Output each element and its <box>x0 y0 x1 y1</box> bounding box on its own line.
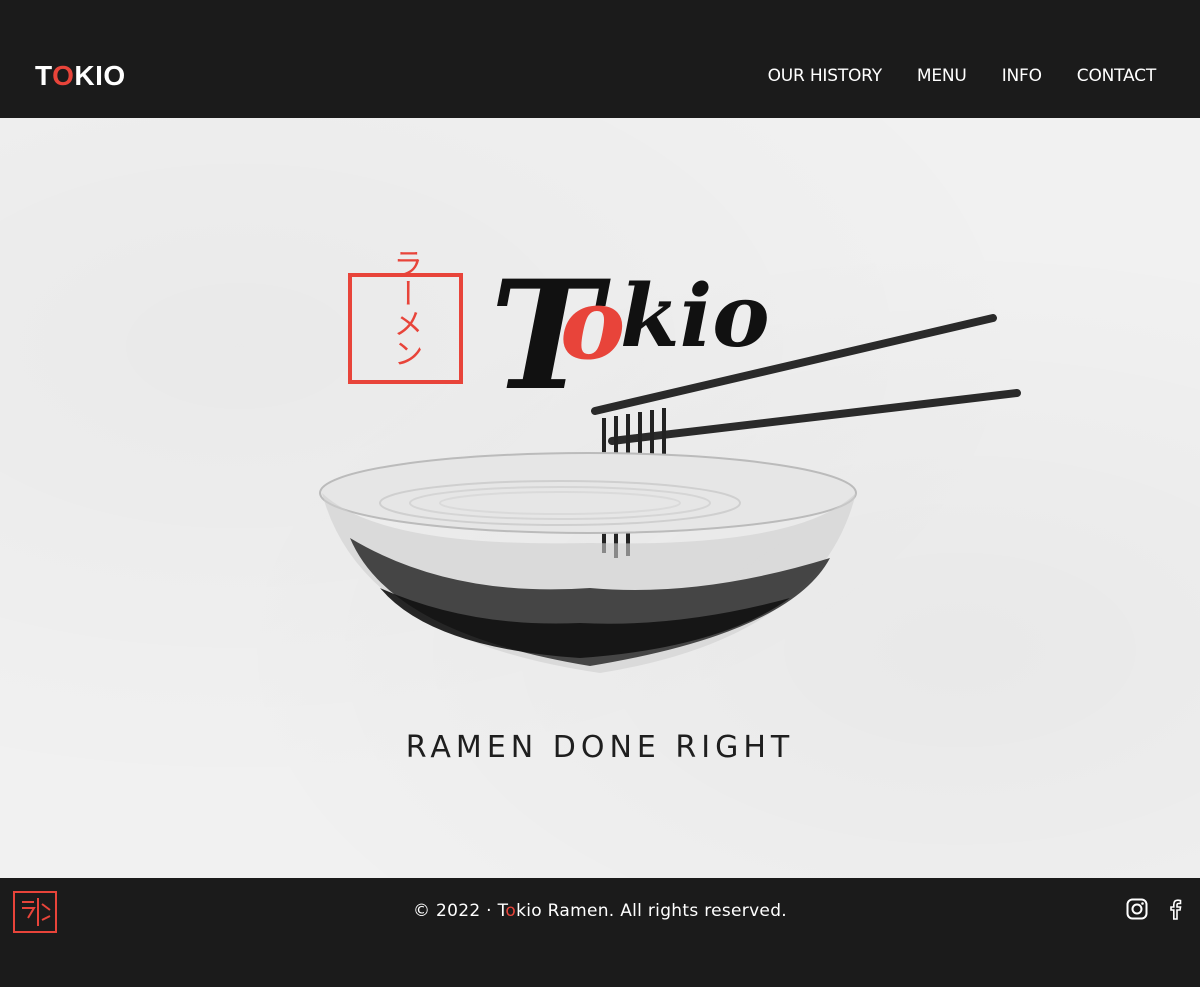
footer-copyright: © 2022 · Tokio Ramen. All rights reserve… <box>0 901 1200 921</box>
tokio-brush-logo: T o kio <box>490 248 770 424</box>
ramen-stamp: ラーメン <box>348 248 463 384</box>
logo-suffix: kio <box>620 266 770 367</box>
hero-section: ラーメン T o kio RAMEN DONE RIGHT <box>0 118 1200 878</box>
brand-logo[interactable]: TOKIO <box>35 60 126 92</box>
site-header: TOKIO OUR HISTORY MENU INFO CONTACT <box>0 0 1200 118</box>
site-footer: © 2022 · Tokio Ramen. All rights reserve… <box>0 878 1200 945</box>
brand-accent: O <box>52 60 75 91</box>
brand-suffix: KIO <box>74 60 126 91</box>
stamp-text: ラーメン <box>388 248 423 368</box>
nav-contact[interactable]: CONTACT <box>1077 66 1156 86</box>
ramen-bowl <box>319 452 857 673</box>
hero-tagline: RAMEN DONE RIGHT <box>405 730 795 765</box>
copy-prefix: © 2022 · T <box>413 901 506 921</box>
copy-accent: o <box>505 901 517 921</box>
logo-accent: o <box>560 267 625 382</box>
facebook-icon[interactable] <box>1164 898 1186 920</box>
copy-suffix: kio Ramen. All rights reserved. <box>516 901 787 921</box>
nav-menu[interactable]: MENU <box>917 66 967 86</box>
brand-prefix: T <box>35 60 53 91</box>
nav-our-history[interactable]: OUR HISTORY <box>768 66 883 86</box>
main-nav: OUR HISTORY MENU INFO CONTACT <box>768 66 1157 86</box>
nav-info[interactable]: INFO <box>1002 66 1042 86</box>
instagram-icon[interactable] <box>1126 898 1148 920</box>
bottom-bar <box>0 945 1200 987</box>
social-links <box>1126 898 1186 920</box>
